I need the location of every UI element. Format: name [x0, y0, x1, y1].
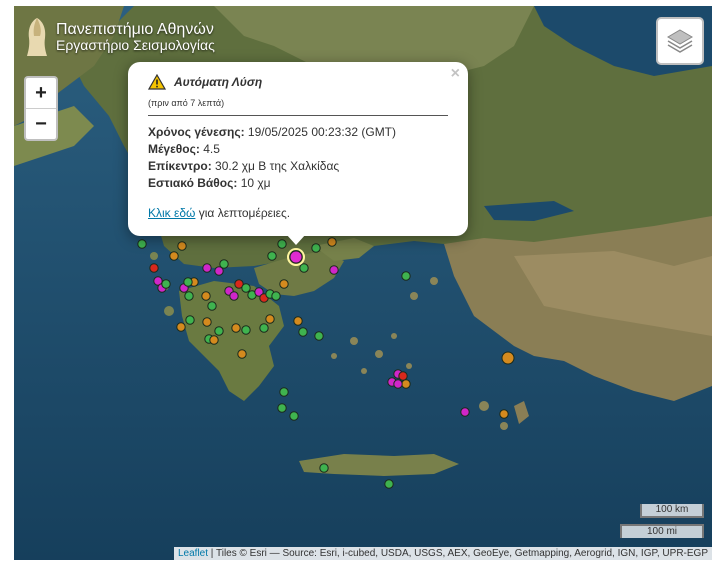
details-link-suffix: για λεπτομέρειες. [198, 206, 291, 220]
earthquake-marker[interactable] [293, 316, 303, 326]
earthquake-marker[interactable] [201, 291, 211, 301]
earthquake-marker[interactable] [401, 379, 411, 389]
earthquake-marker[interactable] [241, 325, 251, 335]
earthquake-marker[interactable] [279, 387, 289, 397]
earthquake-marker[interactable] [161, 279, 171, 289]
athena-helmet-icon [27, 18, 47, 56]
magnitude-value: 4.5 [203, 142, 220, 156]
earthquake-marker[interactable] [214, 326, 224, 336]
popup-footer: Κλικ εδώ για λεπτομέρειες. [148, 206, 290, 220]
popup-divider [148, 115, 448, 116]
popup-details: Χρόνος γένεσης: 19/05/2025 00:23:32 (GMT… [148, 124, 396, 192]
earthquake-marker[interactable] [184, 291, 194, 301]
layers-icon [667, 29, 693, 53]
map-attribution: Leaflet | Tiles © Esri — Source: Esri, i… [174, 547, 712, 560]
earthquake-marker[interactable] [209, 335, 219, 345]
earthquake-marker[interactable] [327, 237, 337, 247]
zoom-out-button[interactable]: − [26, 109, 56, 139]
details-link[interactable]: Κλικ εδώ [148, 206, 195, 220]
depth-label: Εστιακό Βάθος: [148, 176, 238, 190]
layers-button[interactable] [656, 17, 704, 65]
earthquake-marker[interactable] [202, 317, 212, 327]
earthquake-marker[interactable] [177, 241, 187, 251]
epicenter-label: Επίκεντρο: [148, 159, 212, 173]
magnitude-label: Μέγεθος: [148, 142, 200, 156]
earthquake-marker[interactable] [277, 403, 287, 413]
earthquake-marker[interactable] [176, 322, 186, 332]
earthquake-marker[interactable] [207, 301, 217, 311]
earthquake-marker[interactable] [137, 239, 147, 249]
earthquake-marker[interactable] [265, 314, 275, 324]
attribution-text: | Tiles © Esri — Source: Esri, i-cubed, … [208, 548, 708, 559]
earthquake-marker[interactable] [202, 263, 212, 273]
logo-title: Πανεπιστήμιο Αθηνών [56, 20, 214, 38]
earthquake-marker[interactable] [231, 323, 241, 333]
earthquake-marker[interactable] [149, 263, 159, 273]
earthquake-marker[interactable] [279, 279, 289, 289]
scale-km-label: 100 km [640, 504, 704, 518]
earthquake-popup: × Αυτόματη Λύση (πριν από 7 λεπτά) Χρόνο… [128, 62, 468, 236]
earthquake-marker[interactable] [289, 411, 299, 421]
earthquake-marker[interactable] [501, 351, 515, 365]
zoom-control: + − [24, 76, 58, 141]
logo-subtitle: Εργαστήριο Σεισμολογίας [56, 37, 215, 54]
popup-close-button[interactable]: × [451, 65, 460, 83]
earthquake-marker[interactable] [311, 243, 321, 253]
earthquake-marker[interactable] [319, 463, 329, 473]
map-container[interactable]: Πανεπιστήμιο Αθηνών Εργαστήριο Σεισμολογ… [14, 6, 712, 560]
earthquake-marker[interactable] [499, 409, 509, 419]
earthquake-marker[interactable] [299, 263, 309, 273]
scale-bar-mi: 100 mi [620, 524, 704, 538]
earthquake-marker[interactable] [393, 379, 403, 389]
earthquake-marker[interactable] [384, 479, 394, 489]
selected-earthquake-marker[interactable] [289, 250, 303, 264]
popup-title: Αυτόματη Λύση [174, 75, 263, 89]
earthquake-marker[interactable] [237, 349, 247, 359]
scale-mi-label: 100 mi [620, 524, 704, 538]
origin-time-value: 19/05/2025 00:23:32 (GMT) [247, 125, 397, 139]
earthquake-marker[interactable] [298, 327, 308, 337]
earthquake-marker[interactable] [229, 291, 239, 301]
earthquake-marker[interactable] [241, 283, 251, 293]
earthquake-marker[interactable] [398, 371, 408, 381]
leaflet-link[interactable]: Leaflet [178, 548, 208, 559]
earthquake-marker[interactable] [267, 251, 277, 261]
popup-subtitle: (πριν από 7 λεπτά) [148, 98, 225, 108]
warning-triangle-icon [148, 74, 166, 90]
epicenter-value: 30.2 χμ Β της Χαλκίδας [215, 159, 340, 173]
popup-tip [286, 234, 306, 245]
earthquake-marker[interactable] [271, 291, 281, 301]
seismology-lab-logo: Πανεπιστήμιο Αθηνών Εργαστήριο Σεισμολογ… [24, 16, 215, 58]
earthquake-marker[interactable] [259, 323, 269, 333]
earthquake-marker[interactable] [329, 265, 339, 275]
earthquake-marker[interactable] [185, 315, 195, 325]
earthquake-marker[interactable] [219, 259, 229, 269]
earthquake-marker[interactable] [401, 271, 411, 281]
earthquake-marker[interactable] [183, 277, 193, 287]
origin-time-label: Χρόνος γένεσης: [148, 125, 245, 139]
zoom-in-button[interactable]: + [26, 78, 56, 109]
earthquake-marker[interactable] [277, 239, 287, 249]
earthquake-marker[interactable] [169, 251, 179, 261]
depth-value: 10 χμ [240, 176, 271, 190]
earthquake-marker[interactable] [460, 407, 470, 417]
earthquake-marker[interactable] [314, 331, 324, 341]
scale-bar-km: 100 km [640, 504, 704, 518]
